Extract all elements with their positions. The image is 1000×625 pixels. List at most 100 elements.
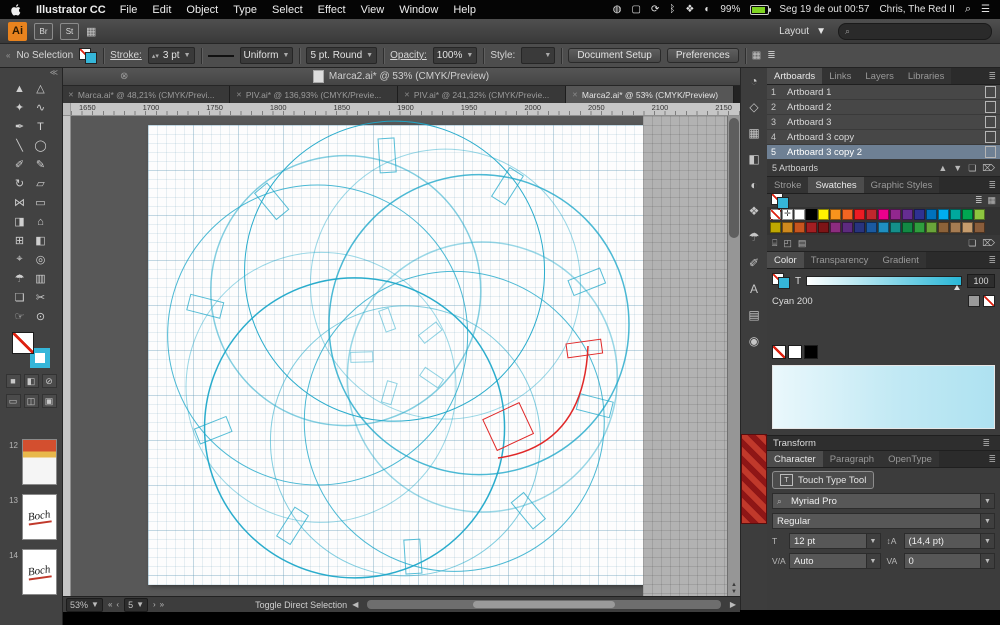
leading-dropdown[interactable]: (14,4 pt)▼	[904, 533, 996, 549]
library-artwork-thumbnail[interactable]	[741, 434, 767, 524]
swatch[interactable]	[842, 222, 853, 233]
none-mode-icon[interactable]: ⊘	[42, 374, 57, 388]
menu-effect[interactable]: Effect	[318, 4, 346, 16]
artboard-thumb-row[interactable]: 12	[6, 439, 58, 485]
panel-menu-icon[interactable]: ≣	[982, 438, 994, 449]
swatch[interactable]	[974, 209, 985, 220]
zoom-dropdown[interactable]: 53%▼	[66, 598, 103, 612]
swatch[interactable]	[938, 209, 949, 220]
swatch[interactable]	[794, 209, 805, 220]
panel-menu-icon[interactable]: ≣	[988, 451, 1000, 467]
stroke-weight-dropdown[interactable]: ▴▾3 pt▼	[148, 47, 195, 64]
swatch[interactable]	[770, 209, 781, 220]
vertical-scrollbar[interactable]: ▲▼	[727, 116, 740, 596]
opacity-dropdown[interactable]: 100%▼	[433, 47, 478, 64]
pencil-tool[interactable]: ✎	[30, 155, 51, 174]
move-down-icon[interactable]: ▼	[953, 163, 962, 174]
swatch[interactable]	[962, 222, 973, 233]
blend-tool[interactable]: ◎	[30, 250, 51, 269]
pen-tool[interactable]: ✒	[9, 117, 30, 136]
vertical-ruler[interactable]	[62, 116, 71, 596]
appearance-panel-icon[interactable]: ◐	[742, 172, 766, 198]
horizontal-scrollbar-thumb[interactable]	[473, 601, 614, 608]
tab-opentype[interactable]: OpenType	[881, 451, 939, 467]
tab-links[interactable]: Links	[822, 68, 858, 84]
draw-behind-icon[interactable]: ◫	[24, 394, 39, 408]
symbol-sprayer-tool[interactable]: ☂	[9, 269, 30, 288]
workspace-switcher[interactable]: Layout ▼	[779, 24, 829, 39]
artboard-number-dropdown[interactable]: 5▼	[124, 598, 148, 612]
shape-builder-tool[interactable]: ◨	[9, 212, 30, 231]
arrange-documents-icon[interactable]: ▦	[86, 25, 96, 38]
dropbox-icon[interactable]: ❖	[685, 4, 694, 15]
zoom-tool[interactable]: ⊙	[30, 307, 51, 326]
none-swatch[interactable]	[772, 345, 786, 359]
menu-object[interactable]: Object	[186, 4, 218, 16]
swatch[interactable]	[950, 222, 961, 233]
tab-graphic-styles[interactable]: Graphic Styles	[864, 177, 940, 193]
panel-menu-icon[interactable]: ≣	[988, 68, 1000, 84]
swatch-libraries-icon[interactable]: ⌸	[772, 238, 777, 249]
swatch[interactable]	[866, 222, 877, 233]
swatch[interactable]	[830, 222, 841, 233]
artboard-page-icon[interactable]	[985, 86, 996, 98]
last-artboard-icon[interactable]: »	[160, 600, 164, 609]
first-artboard-icon[interactable]: «	[108, 600, 112, 609]
info-panel-icon[interactable]: ◇	[742, 94, 766, 120]
swatch[interactable]	[902, 222, 913, 233]
notification-center-icon[interactable]: ☰	[981, 4, 990, 15]
gradient-mode-icon[interactable]: ◧	[24, 374, 39, 388]
tab-swatches[interactable]: Swatches	[808, 177, 863, 193]
separations-preview-icon[interactable]: ◉	[742, 328, 766, 354]
swatch[interactable]	[794, 222, 805, 233]
menu-file[interactable]: File	[120, 4, 138, 16]
bridge-button[interactable]: Br	[34, 23, 53, 40]
variable-width-profile-dropdown[interactable]: Uniform▼	[240, 47, 294, 64]
airplay-icon[interactable]: ▢	[632, 4, 641, 15]
swatch[interactable]	[926, 222, 937, 233]
none-swatch[interactable]	[983, 295, 995, 307]
rotate-tool[interactable]: ↻	[9, 174, 30, 193]
graphic-style-dropdown[interactable]: ▼	[521, 47, 555, 64]
artboard-thumb-row[interactable]: 13Boch	[6, 494, 58, 540]
rotate-view-icon[interactable]: ◔	[742, 68, 766, 94]
timemachine-icon[interactable]: ◐	[704, 4, 710, 15]
scrollbar-arrows[interactable]: ▲▼	[728, 582, 740, 596]
touch-type-tool-button[interactable]: T Touch Type Tool	[772, 471, 874, 489]
paintbrush-tool[interactable]: ✐	[9, 155, 30, 174]
menubar-clock[interactable]: Seg 19 de out 00:57	[779, 4, 869, 15]
artboard-canvas[interactable]	[148, 125, 643, 585]
apple-menu-icon[interactable]	[10, 4, 22, 16]
next-artboard-icon[interactable]: ›	[153, 600, 156, 609]
new-artboard-icon[interactable]: ❏	[968, 163, 976, 174]
swatch[interactable]	[782, 222, 793, 233]
font-size-dropdown[interactable]: 12 pt▼	[789, 533, 881, 549]
tab-libraries[interactable]: Libraries	[901, 68, 951, 84]
fill-color-swatch[interactable]	[12, 332, 34, 354]
scroll-left-icon[interactable]: ◀	[352, 600, 358, 609]
notifications-icon[interactable]: ◍	[613, 4, 622, 15]
document-titlebar[interactable]: ⊗ Marca2.ai* @ 53% (CMYK/Preview)	[62, 68, 740, 86]
close-tab-icon[interactable]: ✕	[572, 91, 578, 99]
menu-select[interactable]: Select	[272, 4, 303, 16]
swatch[interactable]	[878, 209, 889, 220]
artboard-row[interactable]: 4Artboard 3 copy	[767, 130, 1000, 145]
magic-wand-tool[interactable]: ✦	[9, 98, 30, 117]
swatch[interactable]	[950, 209, 961, 220]
prev-artboard-icon[interactable]: ‹	[116, 600, 119, 609]
gradient-tool[interactable]: ◧	[30, 231, 51, 250]
artboard-row[interactable]: 5Artboard 3 copy 2	[767, 145, 1000, 160]
fill-stroke-proxy[interactable]	[771, 193, 789, 209]
artboard-row[interactable]: 2Artboard 2	[767, 100, 1000, 115]
tab-layers[interactable]: Layers	[858, 68, 901, 84]
perspective-grid-tool[interactable]: ⌂	[30, 212, 51, 231]
swatch[interactable]	[962, 209, 973, 220]
tab-transparency[interactable]: Transparency	[804, 252, 876, 268]
white-swatch[interactable]	[788, 345, 802, 359]
artboard-page-icon[interactable]	[985, 101, 996, 113]
swatch[interactable]	[914, 222, 925, 233]
tab-artboards[interactable]: Artboards	[767, 68, 822, 84]
kerning-dropdown[interactable]: Auto▼	[789, 553, 881, 569]
ruler-origin-corner[interactable]	[62, 103, 71, 115]
panel-menu-icon[interactable]: ≣	[988, 252, 1000, 268]
